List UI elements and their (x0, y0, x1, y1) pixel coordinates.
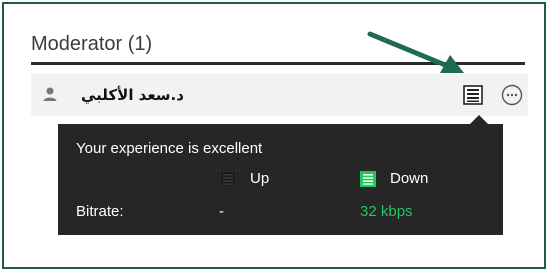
down-bitrate-value: 32 kbps (360, 203, 413, 220)
bitrate-label: Bitrate: (76, 203, 124, 220)
connection-stats-icon[interactable] (461, 84, 485, 106)
callout-arrow-icon (367, 31, 464, 73)
down-label: Down (390, 170, 429, 187)
connection-tooltip: Your experience is excellent Up Down Bit… (58, 124, 503, 235)
up-label: Up (250, 170, 270, 187)
experience-status: Your experience is excellent (76, 140, 263, 157)
more-options-icon[interactable] (501, 84, 523, 106)
up-bitrate-value: - (219, 203, 224, 220)
participant-row[interactable]: د.سعد الأكلبي (31, 74, 528, 116)
user-avatar-icon (43, 87, 57, 101)
up-meter-icon (220, 171, 236, 187)
participant-name: د.سعد الأكلبي (81, 86, 184, 104)
down-meter-icon (360, 171, 376, 187)
tooltip-pointer (470, 115, 488, 124)
section-title: Moderator (1) (31, 33, 153, 55)
panel-frame: Moderator (1) د.سعد الأكلبي Your experie… (2, 2, 546, 269)
